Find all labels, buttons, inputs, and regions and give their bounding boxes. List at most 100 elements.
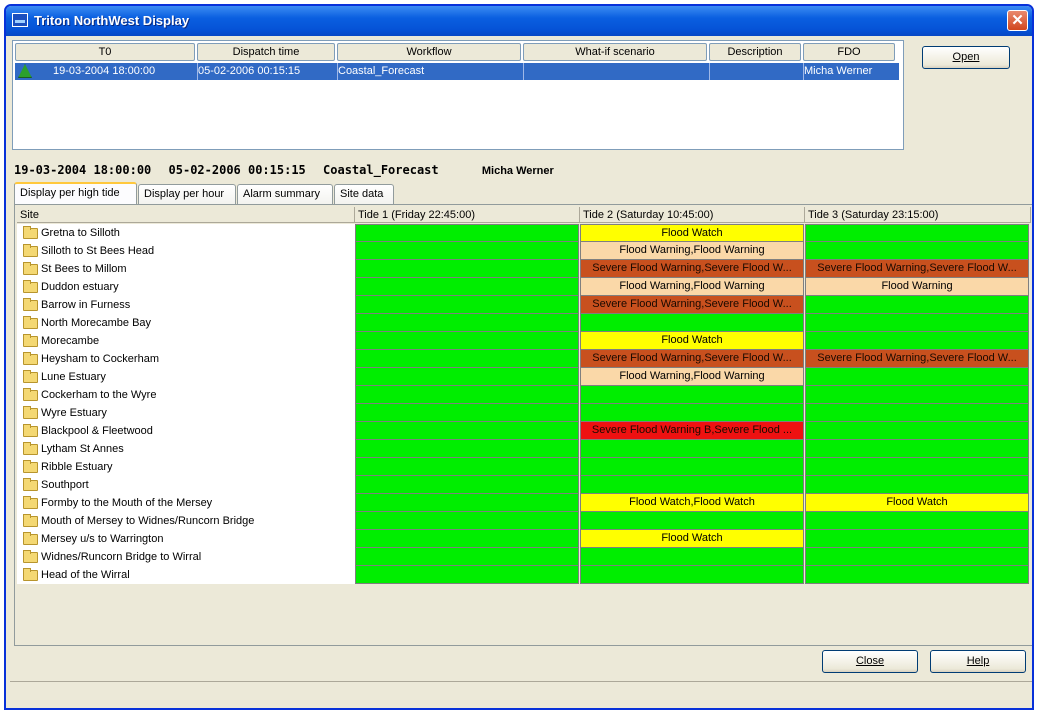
tide-cell[interactable] — [355, 566, 579, 584]
site-row[interactable]: Lune Estuary — [17, 368, 355, 386]
tide-cell[interactable] — [355, 350, 579, 368]
tide-cell[interactable]: Flood Watch — [580, 224, 804, 242]
tide-cell[interactable] — [805, 332, 1029, 350]
tide-cell[interactable] — [580, 440, 804, 458]
tide-cell[interactable]: Flood Watch — [805, 494, 1029, 512]
site-row[interactable]: Silloth to St Bees Head — [17, 242, 355, 260]
tide-cell[interactable] — [580, 476, 804, 494]
help-button[interactable]: Help — [930, 650, 1026, 673]
tide2-column-header[interactable]: Tide 2 (Saturday 10:45:00) — [580, 207, 805, 223]
tide-cell[interactable] — [580, 386, 804, 404]
tide-cell[interactable] — [805, 548, 1029, 566]
tab-display-per-hour[interactable]: Display per hour — [138, 184, 236, 204]
tide-cell[interactable] — [355, 476, 579, 494]
site-row[interactable]: Cockerham to the Wyre — [17, 386, 355, 404]
header-fdo[interactable]: FDO — [803, 43, 895, 61]
tide-cell[interactable] — [580, 314, 804, 332]
tide-cell[interactable]: Severe Flood Warning,Severe Flood W... — [805, 260, 1029, 278]
window-close-button[interactable]: ✕ — [1007, 10, 1028, 31]
tide-cell[interactable] — [355, 368, 579, 386]
tide-cell[interactable]: Flood Warning,Flood Warning — [580, 242, 804, 260]
header-what-if[interactable]: What-if scenario — [523, 43, 707, 61]
tab-alarm-summary[interactable]: Alarm summary — [237, 184, 333, 204]
tide-cell[interactable] — [580, 548, 804, 566]
site-row[interactable]: Barrow in Furness — [17, 296, 355, 314]
header-t0[interactable]: T0 — [15, 43, 195, 61]
site-row[interactable]: Heysham to Cockerham — [17, 350, 355, 368]
site-row[interactable]: Formby to the Mouth of the Mersey — [17, 494, 355, 512]
tide-cell[interactable] — [805, 224, 1029, 242]
header-workflow[interactable]: Workflow — [337, 43, 521, 61]
tide-cell[interactable] — [805, 458, 1029, 476]
site-row[interactable]: Wyre Estuary — [17, 404, 355, 422]
tide-cell[interactable]: Flood Warning — [805, 278, 1029, 296]
tide-cell[interactable] — [355, 458, 579, 476]
tide-cell[interactable] — [355, 386, 579, 404]
tide-cell[interactable]: Severe Flood Warning B,Severe Flood ... — [580, 422, 804, 440]
tide-cell[interactable] — [355, 296, 579, 314]
open-button[interactable]: Open — [922, 46, 1010, 69]
tide-cell[interactable] — [805, 440, 1029, 458]
site-row[interactable]: St Bees to Millom — [17, 260, 355, 278]
tide-cell[interactable]: Flood Warning,Flood Warning — [580, 368, 804, 386]
site-row[interactable]: Widnes/Runcorn Bridge to Wirral — [17, 548, 355, 566]
tide-cell[interactable]: Flood Watch — [580, 332, 804, 350]
tide-cell[interactable] — [355, 332, 579, 350]
tide-cell[interactable]: Severe Flood Warning,Severe Flood W... — [580, 350, 804, 368]
close-button[interactable]: Close — [822, 650, 918, 673]
dispatch-row-selected[interactable]: 19-03-2004 18:00:00 05-02-2006 00:15:15 … — [15, 63, 899, 80]
tide-cell[interactable]: Severe Flood Warning,Severe Flood W... — [805, 350, 1029, 368]
tide-cell[interactable] — [805, 422, 1029, 440]
site-row[interactable]: Southport — [17, 476, 355, 494]
site-row[interactable]: Head of the Wirral — [17, 566, 355, 584]
tide-cell[interactable]: Flood Watch — [580, 530, 804, 548]
tide-cell[interactable] — [805, 476, 1029, 494]
tide-cell[interactable] — [355, 242, 579, 260]
tide-cell[interactable] — [355, 512, 579, 530]
tide-cell[interactable] — [355, 404, 579, 422]
header-description[interactable]: Description — [709, 43, 801, 61]
tab-display-per-high-tide[interactable]: Display per high tide — [14, 182, 137, 204]
tide-cell[interactable] — [805, 314, 1029, 332]
tide-cell[interactable] — [580, 458, 804, 476]
tide-cell[interactable]: Severe Flood Warning,Severe Flood W... — [580, 296, 804, 314]
tide-cell[interactable] — [355, 224, 579, 242]
tide-cell[interactable] — [805, 566, 1029, 584]
site-row[interactable]: Gretna to Silloth — [17, 224, 355, 242]
tide-cell[interactable] — [355, 440, 579, 458]
tide-cell[interactable] — [805, 368, 1029, 386]
dispatch-table[interactable]: T0 Dispatch time Workflow What-if scenar… — [12, 40, 904, 150]
tide-cell[interactable] — [355, 278, 579, 296]
tide-cell[interactable] — [580, 566, 804, 584]
tide-cell[interactable] — [355, 314, 579, 332]
tide1-column-header[interactable]: Tide 1 (Friday 22:45:00) — [355, 207, 580, 223]
header-dispatch-time[interactable]: Dispatch time — [197, 43, 335, 61]
tide-cell[interactable] — [805, 530, 1029, 548]
tide-cell[interactable] — [355, 530, 579, 548]
tide-cell[interactable] — [805, 404, 1029, 422]
site-row[interactable]: Ribble Estuary — [17, 458, 355, 476]
site-row[interactable]: Lytham St Annes — [17, 440, 355, 458]
site-row[interactable]: Duddon estuary — [17, 278, 355, 296]
site-row[interactable]: Mouth of Mersey to Widnes/Runcorn Bridge — [17, 512, 355, 530]
tide-cell[interactable] — [355, 422, 579, 440]
tide-cell[interactable] — [805, 242, 1029, 260]
site-row[interactable]: Morecambe — [17, 332, 355, 350]
tide-cell[interactable] — [355, 260, 579, 278]
tide-cell[interactable] — [805, 386, 1029, 404]
tide-cell[interactable]: Flood Warning,Flood Warning — [580, 278, 804, 296]
tide-cell[interactable] — [805, 296, 1029, 314]
site-column-header[interactable]: Site — [17, 207, 355, 223]
site-row[interactable]: Mersey u/s to Warrington — [17, 530, 355, 548]
site-row[interactable]: Blackpool & Fleetwood — [17, 422, 355, 440]
tide3-column-header[interactable]: Tide 3 (Saturday 23:15:00) — [805, 207, 1031, 223]
site-row[interactable]: North Morecambe Bay — [17, 314, 355, 332]
tide-cell[interactable] — [355, 494, 579, 512]
title-bar[interactable]: Triton NorthWest Display ✕ — [6, 6, 1032, 36]
tide-cell[interactable] — [805, 512, 1029, 530]
tide-cell[interactable]: Flood Watch,Flood Watch — [580, 494, 804, 512]
tide-cell[interactable] — [580, 512, 804, 530]
tide-cell[interactable] — [580, 404, 804, 422]
tide-cell[interactable]: Severe Flood Warning,Severe Flood W... — [580, 260, 804, 278]
tab-site-data[interactable]: Site data — [334, 184, 394, 204]
